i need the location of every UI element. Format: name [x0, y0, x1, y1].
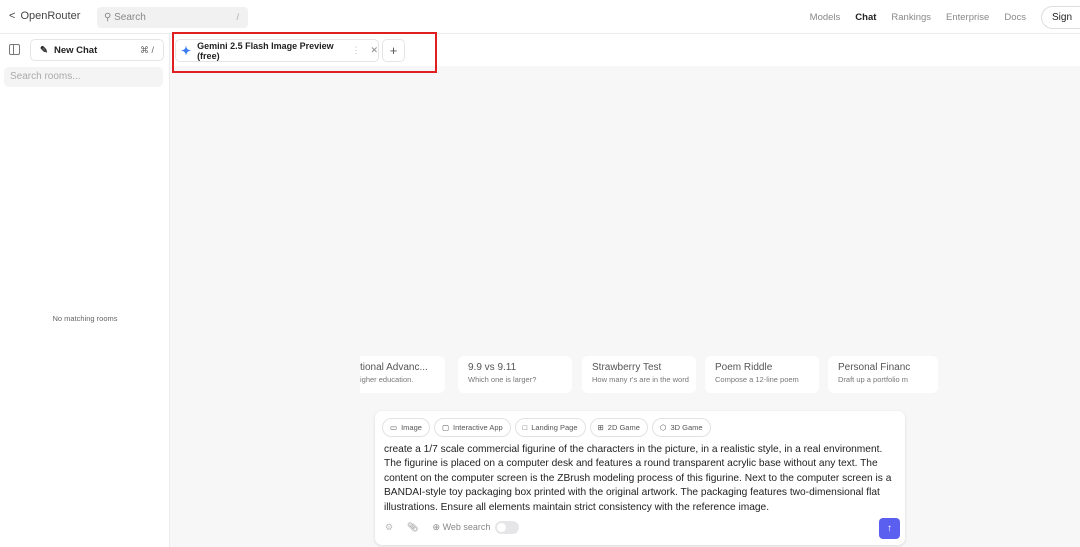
card-subtitle: Draft up a portfolio m [838, 375, 909, 384]
suggestion-cards: tional Advanc... igher education. 9.9 vs … [360, 356, 940, 393]
web-search-switch[interactable] [495, 521, 520, 534]
cube-icon: ⬡ [659, 423, 667, 432]
global-search-input[interactable]: ⚲ Search / [97, 7, 248, 28]
highlight-box [172, 32, 437, 73]
card-title: Personal Financ [838, 362, 911, 373]
top-nav: Models Chat Rankings Enterprise Docs Sig… [810, 0, 1080, 34]
nav-docs[interactable]: Docs [1004, 12, 1026, 23]
search-rooms-input[interactable]: Search rooms... [4, 67, 163, 87]
nav-rankings[interactable]: Rankings [891, 12, 931, 23]
logo-icon: < [9, 10, 16, 22]
image-icon: ▭ [390, 423, 398, 432]
search-shortcut: / [236, 12, 239, 22]
app-icon: ▢ [441, 423, 450, 432]
attach-icon[interactable]: 📎︎ [407, 522, 418, 533]
prompt-textarea[interactable]: create a 1/7 scale commercial figurine o… [384, 443, 899, 515]
openrouter-logo[interactable]: < OpenRouter [9, 10, 80, 22]
web-search-toggle[interactable]: ⊕ Web search [433, 522, 491, 533]
chip-image[interactable]: ▭ Image [382, 418, 430, 437]
empty-rooms-text: No matching rooms [52, 314, 118, 323]
suggestion-card[interactable]: tional Advanc... igher education. [360, 356, 445, 393]
card-subtitle: Compose a 12-line poem [715, 375, 799, 384]
chip-2d-game[interactable]: ⊞ 2D Game [589, 418, 648, 437]
suggestion-card[interactable]: Poem Riddle Compose a 12-line poem [705, 356, 819, 393]
suggestion-card[interactable]: Strawberry Test How many r's are in the w… [582, 356, 696, 393]
card-subtitle: Which one is larger? [468, 375, 537, 384]
card-title: Strawberry Test [592, 362, 662, 373]
composer-toolbar: ⚙ 📎︎ ⊕ Web search [385, 521, 520, 534]
nav-enterprise[interactable]: Enterprise [946, 12, 989, 23]
card-title: 9.9 vs 9.11 [468, 362, 517, 373]
chip-landing-page[interactable]: □ Landing Page [514, 418, 586, 437]
globe-icon: ⊕ [432, 522, 441, 532]
edit-icon: ✎ [40, 45, 48, 56]
new-chat-shortcut: ⌘ / [139, 45, 154, 55]
card-subtitle: How many r's are in the word [592, 375, 689, 384]
suggestion-card[interactable]: 9.9 vs 9.11 Which one is larger? [458, 356, 572, 393]
search-icon: ⚲ [104, 12, 115, 23]
mode-chips: ▭ Image ▢ Interactive App □ Landing Page ⊞ 2… [382, 418, 711, 437]
top-header: < OpenRouter ⚲ Search / Models Chat Rankin… [0, 0, 1080, 34]
chip-3d-game[interactable]: ⬡ 3D Game [651, 418, 711, 437]
nav-chat[interactable]: Chat [855, 12, 876, 23]
sign-in-button[interactable]: Sign [1040, 5, 1080, 29]
suggestion-card[interactable]: Personal Financ Draft up a portfolio m [828, 356, 938, 393]
nav-models[interactable]: Models [810, 12, 841, 23]
arrow-up-icon: ↑ [887, 523, 892, 534]
send-button[interactable]: ↑ [879, 518, 900, 539]
card-title: Poem Riddle [715, 362, 773, 373]
grid-icon: ⊞ [597, 423, 604, 432]
card-subtitle: igher education. [360, 375, 414, 384]
card-title: tional Advanc... [360, 362, 428, 373]
monitor-icon: □ [522, 423, 528, 432]
new-chat-button[interactable]: ✎ New Chat ⌘ / [30, 39, 164, 61]
chip-interactive-app[interactable]: ▢ Interactive App [433, 418, 511, 437]
settings-icon[interactable]: ⚙ [385, 522, 393, 533]
sidebar: ✎ New Chat ⌘ / Search rooms... No matching… [0, 34, 170, 547]
chat-composer: ▭ Image ▢ Interactive App □ Landing Page ⊞ 2… [375, 411, 905, 545]
sidebar-toggle-icon[interactable] [9, 44, 20, 55]
